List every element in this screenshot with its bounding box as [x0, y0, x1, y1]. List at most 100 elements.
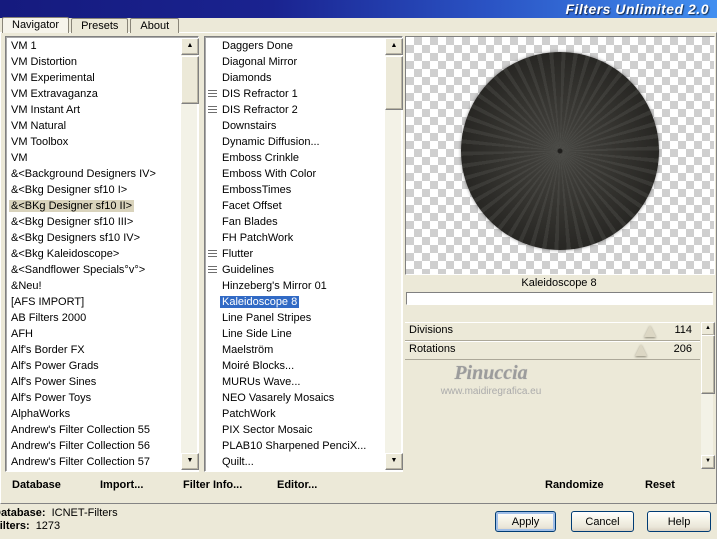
filter-item[interactable]: Line Panel Stripes [206, 310, 385, 326]
category-item[interactable]: Alf's Border FX [7, 342, 181, 358]
filter-item[interactable]: Diamonds [206, 70, 385, 86]
category-item-label: &<Background Designers IV> [11, 168, 156, 180]
filter-item[interactable]: Emboss With Color [206, 166, 385, 182]
category-item[interactable]: Andrew's Filter Collection 55 [7, 422, 181, 438]
category-item[interactable]: AB Filters 2000 [7, 310, 181, 326]
preset-marker-icon [208, 361, 220, 369]
filter-item[interactable]: FH PatchWork [206, 230, 385, 246]
slider-thumb[interactable] [643, 325, 656, 337]
category-item[interactable]: VM Experimental [7, 70, 181, 86]
filter-listbox: Daggers Done Diagonal Mirror Diamonds DI… [204, 36, 403, 472]
tab[interactable]: Presets [71, 18, 129, 33]
category-item[interactable]: Alf's Power Sines [7, 374, 181, 390]
filter-item-label: Facet Offset [222, 200, 282, 212]
filter-item[interactable]: DIS Refractor 1 [206, 86, 385, 102]
tab[interactable]: About [130, 18, 180, 33]
filter-item[interactable]: Guidelines [206, 262, 385, 278]
reset-button[interactable]: Reset [641, 476, 679, 494]
category-item[interactable]: VM Toolbox [7, 134, 181, 150]
filter-item[interactable]: Flutter [206, 246, 385, 262]
category-item[interactable]: VM [7, 150, 181, 166]
category-item[interactable]: &<Background Designers IV> [7, 166, 181, 182]
filter-item[interactable]: PIX Sector Mosaic [206, 422, 385, 438]
filter-item[interactable]: Maelström [206, 342, 385, 358]
parameter-slider[interactable]: Divisions 114 [405, 322, 700, 341]
category-item[interactable]: &<Bkg Designers sf10 IV> [7, 230, 181, 246]
scroll-thumb[interactable] [701, 335, 715, 394]
category-item[interactable]: &<Bkg Designer sf10 I> [7, 182, 181, 198]
scroll-up-button[interactable]: ▲ [181, 38, 199, 55]
category-item[interactable]: Alf's Power Toys [7, 390, 181, 406]
apply-button[interactable]: Apply [495, 511, 556, 532]
category-item[interactable]: Alf's Power Grads [7, 358, 181, 374]
category-item[interactable]: AlphaWorks [7, 406, 181, 422]
scroll-thumb[interactable] [181, 56, 199, 104]
scroll-down-button[interactable]: ▼ [385, 453, 403, 470]
category-item[interactable]: &Neu! [7, 278, 181, 294]
tab-label: Navigator [12, 19, 60, 31]
category-item[interactable]: &<BKg Designer sf10 II> [7, 198, 181, 214]
tab[interactable]: Navigator [2, 17, 70, 33]
titlebar[interactable]: Filters Unlimited 2.0 [0, 0, 717, 18]
filter-item[interactable]: MURUs Wave... [206, 374, 385, 390]
category-item[interactable]: [AFS IMPORT] [7, 294, 181, 310]
slider-thumb[interactable] [635, 344, 647, 356]
category-item-label: Alf's Power Toys [11, 392, 92, 404]
category-item[interactable]: Andrew's Filter Collection 57 [7, 454, 181, 470]
category-item[interactable]: VM 1 [7, 38, 181, 54]
category-item[interactable]: &<Sandflower Specials°v°> [7, 262, 181, 278]
filter-item[interactable]: Moiré Blocks... [206, 358, 385, 374]
filter-item[interactable]: Downstairs [206, 118, 385, 134]
parameter-scrollbar[interactable]: ▲ ▼ [701, 322, 715, 469]
filter-item[interactable]: Diagonal Mirror [206, 54, 385, 70]
category-item[interactable]: VM Extravaganza [7, 86, 181, 102]
category-item[interactable]: VM Natural [7, 118, 181, 134]
category-scrollbar[interactable]: ▲ ▼ [181, 38, 199, 470]
category-item[interactable]: Andrew's Filter Collection 56 [7, 438, 181, 454]
scroll-down-button[interactable]: ▼ [181, 453, 199, 470]
filter-item[interactable]: DIS Refractor 2 [206, 102, 385, 118]
preset-marker-icon [208, 41, 220, 49]
filter-item[interactable]: Emboss Crinkle [206, 150, 385, 166]
cancel-button[interactable]: Cancel [571, 511, 634, 532]
arrow-up-icon: ▲ [390, 42, 398, 49]
filter-item[interactable]: Quilt... [206, 454, 385, 470]
filter-item[interactable]: Facet Offset [206, 198, 385, 214]
preset-marker-icon [208, 281, 220, 289]
filter-item[interactable]: Hinzeberg's Mirror 01 [206, 278, 385, 294]
category-item[interactable]: &<Bkg Kaleidoscope> [7, 246, 181, 262]
filter-item-label: Diamonds [222, 72, 272, 84]
filter-scrollbar[interactable]: ▲ ▼ [385, 38, 403, 470]
filter-item-label: Diagonal Mirror [222, 56, 298, 68]
randomize-button[interactable]: Randomize [541, 476, 608, 494]
database-button[interactable]: Database [8, 476, 65, 494]
preset-marker-icon [208, 89, 220, 97]
filter-item[interactable]: Daggers Done [206, 38, 385, 54]
tab-label: About [140, 20, 170, 32]
filter-item[interactable]: PatchWork [206, 406, 385, 422]
scroll-thumb[interactable] [385, 56, 403, 110]
filter-info-button[interactable]: Filter Info... [179, 476, 246, 494]
scroll-down-button[interactable]: ▼ [701, 455, 715, 469]
category-item[interactable]: &<Bkg Designer sf10 III> [7, 214, 181, 230]
preset-marker-icon [208, 137, 220, 145]
filter-item[interactable]: Line Side Line [206, 326, 385, 342]
filter-item[interactable]: Dynamic Diffusion... [206, 134, 385, 150]
filter-item[interactable]: EmbossTimes [206, 182, 385, 198]
filter-item[interactable]: PLAB10 Sharpened PenciX... [206, 438, 385, 454]
filter-item[interactable]: NEO Vasarely Mosaics [206, 390, 385, 406]
parameter-slider[interactable]: Rotations 206 [405, 341, 700, 360]
help-button[interactable]: Help [647, 511, 711, 532]
filter-item[interactable]: Kaleidoscope 8 [206, 294, 385, 310]
watermark-name: Pinuccia [454, 362, 528, 384]
import-button[interactable]: Import... [96, 476, 147, 494]
editor-button[interactable]: Editor... [273, 476, 321, 494]
category-item-label: [AFS IMPORT] [11, 296, 85, 308]
category-item[interactable]: VM Distortion [7, 54, 181, 70]
filter-item[interactable]: Fan Blades [206, 214, 385, 230]
category-item[interactable]: VM Instant Art [7, 102, 181, 118]
category-item[interactable]: AFH [7, 326, 181, 342]
arrow-down-icon: ▼ [705, 458, 711, 464]
scroll-up-button[interactable]: ▲ [701, 322, 715, 336]
scroll-up-button[interactable]: ▲ [385, 38, 403, 55]
